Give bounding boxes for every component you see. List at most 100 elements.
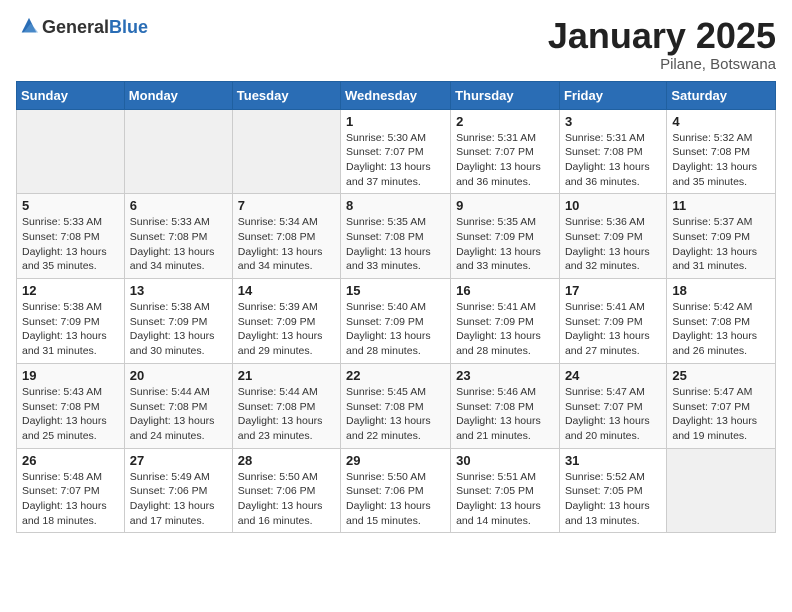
- day-number: 15: [346, 283, 445, 298]
- calendar-week-row: 19 Sunrise: 5:43 AM Sunset: 7:08 PM Dayli…: [17, 363, 776, 448]
- day-info: Sunrise: 5:43 AM Sunset: 7:08 PM Dayligh…: [22, 385, 119, 444]
- calendar-table: SundayMondayTuesdayWednesdayThursdayFrid…: [16, 81, 776, 534]
- day-number: 29: [346, 453, 445, 468]
- calendar-cell: 27Sunrise: 5:49 AM Sunset: 7:06 PM Dayli…: [124, 448, 232, 533]
- day-info: Sunrise: 5:38 AM Sunset: 7:09 PM Dayligh…: [22, 300, 119, 359]
- calendar-cell: 11 Sunrise: 5:37 AM Sunset: 7:09 PM Dayli…: [667, 194, 776, 279]
- day-number: 24: [565, 368, 661, 383]
- calendar-cell: 1Sunrise: 5:30 AM Sunset: 7:07 PM Daylig…: [341, 109, 451, 194]
- day-number: 5: [22, 198, 119, 213]
- day-info: Sunrise: 5:42 AM Sunset: 7:08 PM Dayligh…: [672, 300, 770, 359]
- day-info: Sunrise: 5:47 AM Sunset: 7:07 PM Dayligh…: [672, 385, 770, 444]
- calendar-cell: 15Sunrise: 5:40 AM Sunset: 7:09 PM Dayli…: [341, 279, 451, 364]
- day-number: 14: [238, 283, 335, 298]
- page-header: GeneralBlue January 2025 Pilane, Botswan…: [16, 16, 776, 73]
- calendar-week-row: 12 Sunrise: 5:38 AM Sunset: 7:09 PM Dayli…: [17, 279, 776, 364]
- day-info: Sunrise: 5:31 AM Sunset: 7:07 PM Dayligh…: [456, 131, 554, 190]
- day-info: Sunrise: 5:45 AM Sunset: 7:08 PM Dayligh…: [346, 385, 445, 444]
- day-number: 31: [565, 453, 661, 468]
- day-info: Sunrise: 5:35 AM Sunset: 7:08 PM Dayligh…: [346, 215, 445, 274]
- calendar-cell: 21 Sunrise: 5:44 AM Sunset: 7:08 PM Dayli…: [232, 363, 340, 448]
- day-number: 2: [456, 114, 554, 129]
- main-title: January 2025: [548, 16, 776, 56]
- day-number: 4: [672, 114, 770, 129]
- day-number: 3: [565, 114, 661, 129]
- calendar-week-row: 1Sunrise: 5:30 AM Sunset: 7:07 PM Daylig…: [17, 109, 776, 194]
- calendar-cell: [232, 109, 340, 194]
- day-info: Sunrise: 5:47 AM Sunset: 7:07 PM Dayligh…: [565, 385, 661, 444]
- day-info: Sunrise: 5:52 AM Sunset: 7:05 PM Dayligh…: [565, 470, 661, 529]
- calendar-cell: 25 Sunrise: 5:47 AM Sunset: 7:07 PM Dayli…: [667, 363, 776, 448]
- calendar-cell: 10 Sunrise: 5:36 AM Sunset: 7:09 PM Dayli…: [559, 194, 666, 279]
- calendar-cell: 26Sunrise: 5:48 AM Sunset: 7:07 PM Dayli…: [17, 448, 125, 533]
- day-number: 13: [130, 283, 227, 298]
- title-block: January 2025 Pilane, Botswana: [548, 16, 776, 73]
- calendar-week-row: 5Sunrise: 5:33 AM Sunset: 7:08 PM Daylig…: [17, 194, 776, 279]
- calendar-cell: 5Sunrise: 5:33 AM Sunset: 7:08 PM Daylig…: [17, 194, 125, 279]
- weekday-header-cell: Wednesday: [341, 81, 451, 109]
- day-number: 17: [565, 283, 661, 298]
- calendar-cell: 23 Sunrise: 5:46 AM Sunset: 7:08 PM Dayli…: [451, 363, 560, 448]
- weekday-header-row: SundayMondayTuesdayWednesdayThursdayFrid…: [17, 81, 776, 109]
- calendar-body: 1Sunrise: 5:30 AM Sunset: 7:07 PM Daylig…: [17, 109, 776, 533]
- day-info: Sunrise: 5:46 AM Sunset: 7:08 PM Dayligh…: [456, 385, 554, 444]
- day-number: 20: [130, 368, 227, 383]
- day-info: Sunrise: 5:30 AM Sunset: 7:07 PM Dayligh…: [346, 131, 445, 190]
- day-number: 8: [346, 198, 445, 213]
- calendar-cell: [124, 109, 232, 194]
- day-number: 18: [672, 283, 770, 298]
- day-number: 6: [130, 198, 227, 213]
- day-info: Sunrise: 5:41 AM Sunset: 7:09 PM Dayligh…: [565, 300, 661, 359]
- calendar-cell: 30 Sunrise: 5:51 AM Sunset: 7:05 PM Dayli…: [451, 448, 560, 533]
- weekday-header-cell: Sunday: [17, 81, 125, 109]
- calendar-cell: [17, 109, 125, 194]
- calendar-cell: [667, 448, 776, 533]
- calendar-cell: 2 Sunrise: 5:31 AM Sunset: 7:07 PM Daylig…: [451, 109, 560, 194]
- calendar-cell: 22 Sunrise: 5:45 AM Sunset: 7:08 PM Dayli…: [341, 363, 451, 448]
- day-number: 22: [346, 368, 445, 383]
- day-number: 12: [22, 283, 119, 298]
- day-info: Sunrise: 5:36 AM Sunset: 7:09 PM Dayligh…: [565, 215, 661, 274]
- day-number: 21: [238, 368, 335, 383]
- day-info: Sunrise: 5:34 AM Sunset: 7:08 PM Dayligh…: [238, 215, 335, 274]
- day-info: Sunrise: 5:51 AM Sunset: 7:05 PM Dayligh…: [456, 470, 554, 529]
- calendar-cell: 31 Sunrise: 5:52 AM Sunset: 7:05 PM Dayli…: [559, 448, 666, 533]
- day-info: Sunrise: 5:31 AM Sunset: 7:08 PM Dayligh…: [565, 131, 661, 190]
- day-info: Sunrise: 5:50 AM Sunset: 7:06 PM Dayligh…: [238, 470, 335, 529]
- calendar-cell: 14 Sunrise: 5:39 AM Sunset: 7:09 PM Dayli…: [232, 279, 340, 364]
- day-number: 19: [22, 368, 119, 383]
- calendar-cell: 9Sunrise: 5:35 AM Sunset: 7:09 PM Daylig…: [451, 194, 560, 279]
- weekday-header-cell: Tuesday: [232, 81, 340, 109]
- day-number: 26: [22, 453, 119, 468]
- day-number: 7: [238, 198, 335, 213]
- day-number: 23: [456, 368, 554, 383]
- subtitle: Pilane, Botswana: [548, 56, 776, 73]
- day-info: Sunrise: 5:37 AM Sunset: 7:09 PM Dayligh…: [672, 215, 770, 274]
- weekday-header-cell: Thursday: [451, 81, 560, 109]
- calendar-cell: 19 Sunrise: 5:43 AM Sunset: 7:08 PM Dayli…: [17, 363, 125, 448]
- calendar-cell: 18 Sunrise: 5:42 AM Sunset: 7:08 PM Dayli…: [667, 279, 776, 364]
- weekday-header-cell: Monday: [124, 81, 232, 109]
- calendar-cell: 12 Sunrise: 5:38 AM Sunset: 7:09 PM Dayli…: [17, 279, 125, 364]
- day-number: 28: [238, 453, 335, 468]
- day-info: Sunrise: 5:50 AM Sunset: 7:06 PM Dayligh…: [346, 470, 445, 529]
- calendar-week-row: 26Sunrise: 5:48 AM Sunset: 7:07 PM Dayli…: [17, 448, 776, 533]
- day-info: Sunrise: 5:32 AM Sunset: 7:08 PM Dayligh…: [672, 131, 770, 190]
- weekday-header-cell: Saturday: [667, 81, 776, 109]
- day-info: Sunrise: 5:35 AM Sunset: 7:09 PM Dayligh…: [456, 215, 554, 274]
- day-number: 25: [672, 368, 770, 383]
- calendar-cell: 3 Sunrise: 5:31 AM Sunset: 7:08 PM Daylig…: [559, 109, 666, 194]
- calendar-cell: 20 Sunrise: 5:44 AM Sunset: 7:08 PM Dayli…: [124, 363, 232, 448]
- day-number: 11: [672, 198, 770, 213]
- logo: GeneralBlue: [16, 16, 148, 38]
- day-info: Sunrise: 5:44 AM Sunset: 7:08 PM Dayligh…: [238, 385, 335, 444]
- day-number: 10: [565, 198, 661, 213]
- day-number: 30: [456, 453, 554, 468]
- calendar-cell: 4 Sunrise: 5:32 AM Sunset: 7:08 PM Daylig…: [667, 109, 776, 194]
- day-info: Sunrise: 5:39 AM Sunset: 7:09 PM Dayligh…: [238, 300, 335, 359]
- day-info: Sunrise: 5:49 AM Sunset: 7:06 PM Dayligh…: [130, 470, 227, 529]
- day-number: 16: [456, 283, 554, 298]
- logo-general: General: [42, 17, 109, 37]
- day-info: Sunrise: 5:44 AM Sunset: 7:08 PM Dayligh…: [130, 385, 227, 444]
- calendar-cell: 6Sunrise: 5:33 AM Sunset: 7:08 PM Daylig…: [124, 194, 232, 279]
